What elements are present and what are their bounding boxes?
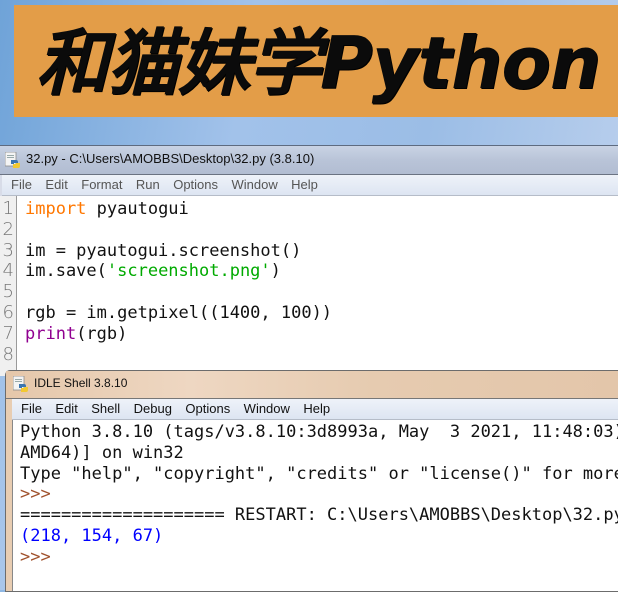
menu-run[interactable]: Run: [136, 175, 160, 192]
shell-line: (218, 154, 67): [20, 526, 618, 547]
code-line: import pyautogui: [25, 199, 332, 220]
shell-line: >>>: [20, 484, 618, 505]
shell-menubar: File Edit Shell Debug Options Window Hel…: [12, 399, 618, 420]
token: rgb = im.getpixel((1400, 100)): [25, 302, 333, 323]
code-line: im.save('screenshot.png'): [25, 261, 332, 282]
menu-debug[interactable]: Debug: [134, 399, 172, 416]
token: (rgb): [76, 323, 128, 344]
code-line: print(rgb): [25, 324, 332, 345]
python-shell-icon: [13, 376, 28, 392]
editor-window: 32.py - C:\Users\AMOBBS\Desktop\32.py (3…: [0, 145, 618, 376]
shell-line: ==================== RESTART: C:\Users\A…: [20, 505, 618, 526]
token: pyautogui: [86, 199, 189, 219]
token: AMD64)] on win32: [20, 442, 184, 463]
menu-window[interactable]: Window: [231, 175, 277, 192]
editor-menubar: File Edit Format Run Options Window Help: [2, 175, 618, 196]
prompt-marker: >>>: [20, 546, 61, 567]
menu-help[interactable]: Help: [303, 399, 330, 416]
token: ==================== RESTART: C:\Users\A…: [20, 505, 618, 526]
shell-console[interactable]: Python 3.8.10 (tags/v3.8.10:3d8993a, May…: [12, 420, 618, 591]
line-number: 2: [2, 218, 14, 240]
shell-output[interactable]: Python 3.8.10 (tags/v3.8.10:3d8993a, May…: [20, 422, 618, 568]
shell-line: AMD64)] on win32: [20, 443, 618, 464]
token: ): [270, 261, 281, 282]
code-line: im = pyautogui.screenshot(): [25, 241, 332, 262]
shell-title-bar[interactable]: IDLE Shell 3.8.10: [6, 371, 618, 399]
menu-file[interactable]: File: [11, 175, 32, 192]
shell-line: Type "help", "copyright", "credits" or "…: [20, 464, 618, 485]
menu-help[interactable]: Help: [291, 175, 318, 192]
line-number: 5: [2, 281, 14, 303]
line-number: 4: [2, 260, 14, 282]
shell-window: IDLE Shell 3.8.10 File Edit Shell Debug …: [5, 370, 618, 592]
token: im.save(: [25, 261, 107, 282]
token: Python 3.8.10 (tags/v3.8.10:3d8993a, May…: [20, 422, 618, 442]
token-out: (218, 154, 67): [20, 525, 164, 546]
menu-options[interactable]: Options: [185, 399, 230, 416]
banner: 和猫妹学Python: [14, 5, 618, 117]
token-bi: print: [25, 323, 77, 344]
menu-shell[interactable]: Shell: [91, 399, 120, 416]
banner-title: 和猫妹学Python: [36, 21, 601, 105]
shell-title: IDLE Shell 3.8.10: [34, 376, 128, 390]
code-line: rgb = im.getpixel((1400, 100)): [25, 303, 332, 324]
editor-title: 32.py - C:\Users\AMOBBS\Desktop\32.py (3…: [26, 151, 315, 166]
token-kw: import: [25, 199, 87, 219]
code-editor[interactable]: 12345678 import pyautogui im = pyautogui.…: [0, 196, 618, 376]
menu-file[interactable]: File: [21, 399, 42, 416]
code-text[interactable]: import pyautogui im = pyautogui.screensho…: [25, 199, 332, 365]
line-number: 7: [2, 322, 14, 344]
token: im = pyautogui.screenshot(): [25, 240, 302, 261]
menu-edit[interactable]: Edit: [45, 175, 67, 192]
menu-window[interactable]: Window: [244, 399, 290, 416]
line-number: 3: [2, 239, 14, 261]
prompt-marker: >>>: [20, 484, 61, 505]
line-number: 1: [2, 198, 14, 219]
menu-options[interactable]: Options: [173, 175, 218, 192]
token: Type "help", "copyright", "credits" or "…: [20, 463, 618, 484]
menu-edit[interactable]: Edit: [55, 399, 77, 416]
editor-title-bar[interactable]: 32.py - C:\Users\AMOBBS\Desktop\32.py (3…: [0, 146, 618, 175]
token-str: 'screenshot.png': [106, 261, 271, 282]
line-number: 8: [2, 343, 14, 365]
shell-line: >>>: [20, 547, 618, 568]
python-file-icon: [5, 152, 20, 168]
line-number-gutter: 12345678: [0, 196, 17, 376]
menu-format[interactable]: Format: [81, 175, 122, 192]
line-number: 6: [2, 301, 14, 323]
shell-line: Python 3.8.10 (tags/v3.8.10:3d8993a, May…: [20, 422, 618, 443]
